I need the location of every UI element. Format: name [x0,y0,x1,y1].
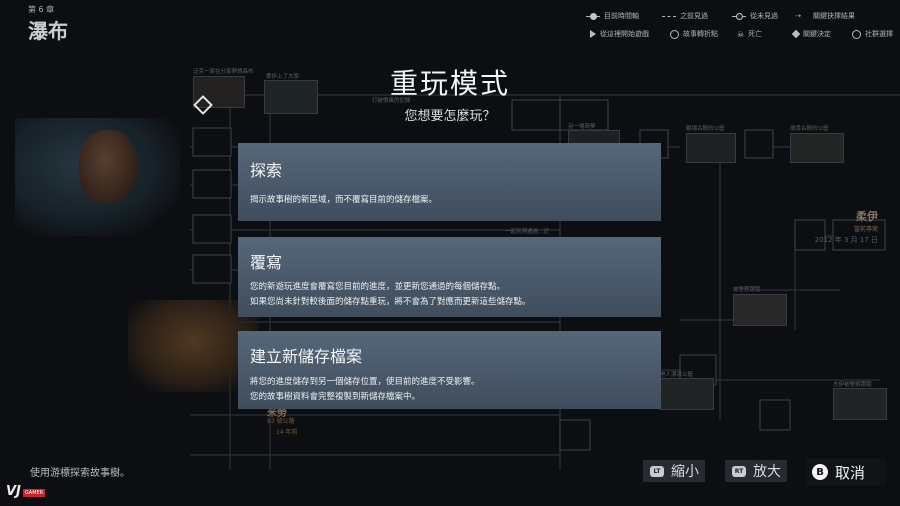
legend-label: 從這裡開始遊戲 [600,30,649,38]
option-description-line: 將您的進度儲存到另一個儲存位置，使目前的進度不受影響。 [250,377,480,387]
option-title: 探索 [250,161,283,180]
modal-subtitle: 您想要怎麼玩？ [404,109,496,124]
zoom-out-button[interactable]: LT 縮小 [643,460,705,482]
option-description: 您的新遊玩進度會覆寫您目前的進度，並更新您通過的每個儲存點。 如果您尚未針對較後… [250,280,531,310]
option-description-line: 您的新遊玩進度會覆寫您目前的進度，並更新您通過的每個儲存點。 [250,282,506,292]
cancel-button[interactable]: B 取消 [806,459,886,485]
community-icon [852,29,861,39]
watermark-tag: GAMER [22,489,46,497]
rt-trigger-icon: RT [732,465,746,477]
legend-item: 目前時間軸 [586,11,639,21]
arrows-icon: ⇢ [795,12,801,20]
legend-item: 從未見過 [732,11,778,21]
zoom-in-button[interactable]: RT 放大 [725,460,787,482]
modal-title: 重玩模式 [389,67,510,100]
b-button-icon: B [812,464,828,480]
legend-item: 社群選擇 [852,29,893,39]
legend-label: 關鍵抉擇結果 [813,12,855,20]
legend-item: ☠ 死亡 [737,29,762,39]
dashed-line-icon [662,12,676,20]
zoom-in-label: 放大 [753,464,781,480]
legend-label: 死亡 [748,30,763,38]
hollow-dot-icon [732,12,746,20]
legend-label: 故事轉折點 [683,30,718,38]
option-description: 揭示故事樹的新區域，而不覆寫目前的儲存檔案。 [250,193,437,208]
option-explore[interactable]: 探索 揭示故事樹的新區域，而不覆寫目前的儲存檔案。 [238,143,661,221]
zoom-out-label: 縮小 [671,464,699,480]
legend-item: 從這裡開始遊戲 [590,29,649,39]
legend-label: 目前時間軸 [604,12,639,20]
lt-trigger-icon: LT [650,465,664,477]
legend-item: 關鍵決定 [791,29,831,39]
option-title: 覆寫 [250,253,283,272]
watermark-logo: VJ GAMER [6,484,46,499]
key-decision-icon [791,29,801,39]
option-overwrite[interactable]: 覆寫 您的新遊玩進度會覆寫您目前的進度，並更新您通過的每個儲存點。 如果您尚未針… [238,237,661,317]
watermark-main: VJ [6,484,21,499]
legend-item: ⇢ 關鍵抉擇結果 [795,11,855,21]
option-description-line: 您的故事樹資料會完整複製到新儲存檔案中。 [250,392,421,402]
legend-label: 關鍵決定 [803,30,831,38]
play-icon [590,30,596,38]
chapter-number: 第 6 章 [28,5,55,14]
option-new-save[interactable]: 建立新儲存檔案 將您的進度儲存到另一個儲存位置，使目前的進度不受影響。 您的故事… [238,331,661,409]
option-description: 將您的進度儲存到另一個儲存位置，使目前的進度不受影響。 您的故事樹資料會完整複製… [250,375,480,405]
legend-label: 從未見過 [750,12,778,20]
option-description-line: 揭示故事樹的新區域，而不覆寫目前的儲存檔案。 [250,195,438,205]
chapter-title: 瀑布 [28,19,68,43]
legend-label: 之前見過 [680,12,708,20]
branch-icon [670,29,679,39]
skull-icon: ☠ [737,29,745,39]
legend-item: 故事轉折點 [670,29,718,39]
legend-label: 社群選擇 [865,30,893,38]
option-description-line: 如果您尚未針對較後面的儲存點重玩，將不會為了對應而更新這些儲存點。 [250,297,531,307]
cursor-hint: 使用游標探索故事樹。 [30,468,130,479]
cancel-label: 取消 [835,463,866,482]
line-icon [586,12,600,20]
legend-item: 之前見過 [662,11,708,21]
option-title: 建立新儲存檔案 [250,347,363,366]
